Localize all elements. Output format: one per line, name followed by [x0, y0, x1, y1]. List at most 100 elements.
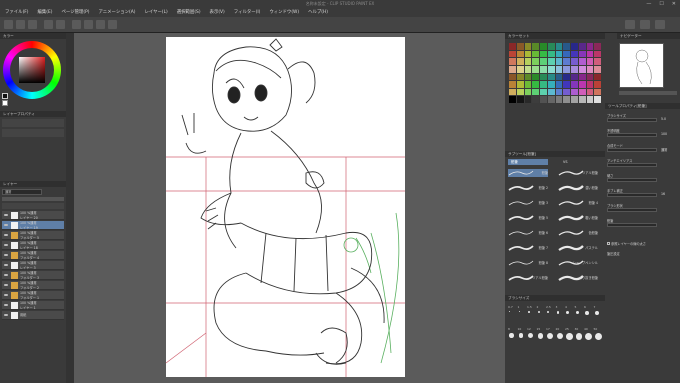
color-swatch[interactable]	[516, 96, 524, 103]
eye-icon[interactable]	[4, 224, 8, 227]
brush-size-dot[interactable]	[556, 333, 563, 340]
color-swatch[interactable]	[516, 65, 524, 73]
color-swatch[interactable]	[509, 88, 516, 96]
canvas-area[interactable]	[66, 33, 505, 383]
tool-property-row[interactable]: 硬さ	[607, 173, 679, 185]
tool-property-row[interactable]: 不透明度 100	[607, 128, 679, 140]
tool-property-slider[interactable]	[607, 118, 657, 122]
color-swatch[interactable]	[540, 65, 547, 73]
color-swatch[interactable]	[555, 96, 563, 103]
color-swatch[interactable]	[509, 81, 516, 88]
color-swatch[interactable]	[586, 65, 594, 73]
menu-page[interactable]: ページ管理(P)	[62, 9, 90, 15]
close-icon[interactable]: ✕	[672, 1, 676, 7]
eye-icon[interactable]	[4, 314, 8, 317]
color-swatch[interactable]	[571, 88, 578, 96]
color-swatch[interactable]	[578, 96, 586, 103]
opacity-slider[interactable]	[2, 197, 64, 201]
menu-help[interactable]: ヘルプ(H)	[308, 9, 328, 15]
brush-size-dot[interactable]	[528, 311, 530, 313]
eye-icon[interactable]	[4, 284, 8, 287]
color-swatch[interactable]	[586, 43, 594, 50]
tool-property-row[interactable]: アンチエイリアス	[607, 158, 679, 170]
color-swatch[interactable]	[555, 65, 563, 73]
tool-property-slider[interactable]	[607, 133, 657, 137]
color-swatch[interactable]	[547, 96, 555, 103]
clip-studio-icon[interactable]	[625, 20, 635, 29]
color-swatch[interactable]	[547, 73, 555, 81]
color-swatch[interactable]	[578, 50, 586, 58]
color-swatch[interactable]	[594, 81, 601, 88]
color-swatch[interactable]	[555, 88, 563, 96]
tool-property-slider[interactable]	[607, 208, 657, 212]
color-swatch[interactable]	[586, 81, 594, 88]
color-swatch[interactable]	[516, 73, 524, 81]
clear-icon[interactable]	[72, 20, 81, 29]
brush-item[interactable]: 鉛筆 7	[508, 244, 548, 252]
tool-property-slider[interactable]	[607, 148, 657, 152]
layer-row[interactable]: 100 %通常 フォルダー 1	[2, 291, 64, 300]
menu-file[interactable]: ファイル(F)	[5, 9, 29, 15]
color-swatch[interactable]	[594, 43, 601, 50]
brush-size-dot[interactable]	[509, 311, 510, 312]
color-swatch[interactable]	[509, 50, 516, 58]
transform-icon[interactable]	[84, 20, 93, 29]
eye-icon[interactable]	[4, 214, 8, 217]
brush-item[interactable]: 鉛筆 8	[508, 259, 548, 267]
navigator-zoom-slider[interactable]	[619, 91, 677, 95]
brush-size-dot[interactable]	[537, 311, 540, 314]
minimize-icon[interactable]: —	[646, 1, 651, 7]
color-swatch[interactable]	[516, 43, 524, 50]
brush-size-dot[interactable]	[594, 333, 602, 340]
color-swatch[interactable]	[540, 81, 547, 88]
color-swatch[interactable]	[540, 58, 547, 65]
layer-row[interactable]: 100 %通常 レイヤー 18	[2, 241, 64, 250]
color-swatch[interactable]	[586, 88, 594, 96]
tool-property-slider[interactable]	[607, 223, 657, 227]
color-swatch[interactable]	[586, 73, 594, 81]
layer-row[interactable]: 100 %通常 フォルダー 4	[2, 251, 64, 260]
open-file-icon[interactable]	[16, 20, 25, 29]
color-swatch[interactable]	[524, 73, 532, 81]
brush-size-dot[interactable]	[585, 311, 589, 315]
canvas-drawing[interactable]	[66, 33, 505, 383]
color-swatch[interactable]	[540, 73, 547, 81]
brush-size-dot[interactable]	[585, 333, 592, 340]
color-wheel[interactable]	[3, 41, 61, 99]
brush-size-dot[interactable]	[537, 333, 544, 339]
color-swatch[interactable]	[563, 73, 570, 81]
save-icon[interactable]	[28, 20, 37, 29]
brush-size-dot[interactable]	[518, 311, 520, 313]
color-swatch[interactable]	[532, 50, 539, 58]
color-swatch[interactable]	[571, 58, 578, 65]
menu-filter[interactable]: フィルター(I)	[234, 9, 261, 15]
sub-tool-tab-vs[interactable]: VS	[560, 159, 600, 165]
color-swatch[interactable]	[578, 43, 586, 50]
color-swatch[interactable]	[578, 88, 586, 96]
color-swatch[interactable]	[578, 65, 586, 73]
color-swatch[interactable]	[571, 65, 578, 73]
color-swatch[interactable]	[509, 65, 516, 73]
brush-item[interactable]: 鉛筆 3	[508, 199, 548, 207]
color-swatch[interactable]	[532, 65, 539, 73]
color-swatch[interactable]	[532, 88, 539, 96]
color-swatch[interactable]	[563, 65, 570, 73]
eye-icon[interactable]	[4, 244, 8, 247]
brush-item[interactable]: 鉛筆 2	[508, 184, 548, 192]
ruler-icon[interactable]	[108, 20, 117, 29]
tool-property-slider[interactable]	[607, 193, 657, 197]
color-swatch[interactable]	[524, 65, 532, 73]
new-file-icon[interactable]	[4, 20, 13, 29]
color-swatch[interactable]	[509, 73, 516, 81]
sub-tool-tab-pencil[interactable]: 鉛筆	[508, 159, 548, 165]
menu-window[interactable]: ウィンドウ(W)	[269, 9, 299, 15]
color-swatch[interactable]	[563, 58, 570, 65]
snap-icon[interactable]	[96, 20, 105, 29]
color-swatch[interactable]	[563, 43, 570, 50]
layer-row-paper[interactable]: 用紙	[2, 311, 64, 320]
menu-layer[interactable]: レイヤー(L)	[144, 9, 167, 15]
tool-property-slider[interactable]	[607, 163, 657, 167]
color-swatch[interactable]	[532, 96, 539, 103]
brush-size-dot[interactable]	[566, 311, 570, 315]
tool-property-slider[interactable]	[607, 178, 657, 182]
